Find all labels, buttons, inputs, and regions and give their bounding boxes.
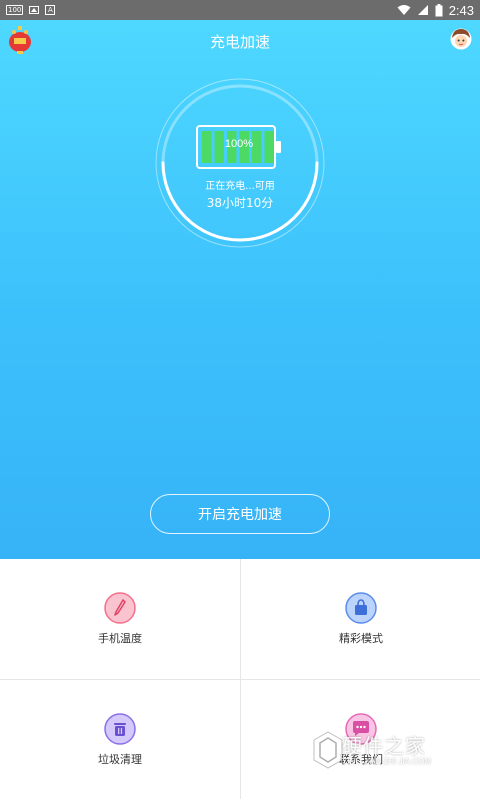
avatar-icon[interactable] xyxy=(450,28,472,50)
tool-label: 垃圾清理 xyxy=(98,753,142,766)
bag-icon xyxy=(345,592,377,624)
tool-phone-temperature[interactable]: 手机温度 xyxy=(0,559,240,679)
battery-status-icon xyxy=(435,3,443,16)
thermometer-icon xyxy=(104,592,136,624)
watermark-name: 硬件之家 xyxy=(342,734,426,758)
hero-panel: 充电加速 100% 正在充电...可用 38小时10分 开启充电加速 xyxy=(0,20,480,559)
tool-junk-clean[interactable]: 垃圾清理 xyxy=(0,679,240,799)
remaining-time: 38小时10分 xyxy=(206,196,274,210)
charging-status: 正在充电...可用 xyxy=(205,181,275,192)
start-charge-boost-button[interactable]: 开启充电加速 xyxy=(150,494,330,534)
text-notification-icon: A xyxy=(45,5,56,15)
tool-label: 精彩模式 xyxy=(339,632,383,645)
watermark-url: YING JIAN ZHI JIA.COM xyxy=(342,757,431,766)
cell-signal-icon xyxy=(417,5,428,15)
page-title: 充电加速 xyxy=(209,33,270,51)
wifi-icon xyxy=(397,5,411,15)
trash-icon xyxy=(104,713,136,745)
tool-featured-mode[interactable]: 精彩模式 xyxy=(240,559,480,679)
tool-label: 手机温度 xyxy=(98,632,142,645)
app-bar: 充电加速 xyxy=(0,20,480,60)
clock: 2:43 xyxy=(448,2,474,18)
status-bar: 100 A 2:43 xyxy=(0,0,480,20)
battery-percent: 100% xyxy=(224,138,254,150)
notification-badge-icon: 100 xyxy=(6,5,24,15)
image-notification-icon xyxy=(29,6,40,14)
